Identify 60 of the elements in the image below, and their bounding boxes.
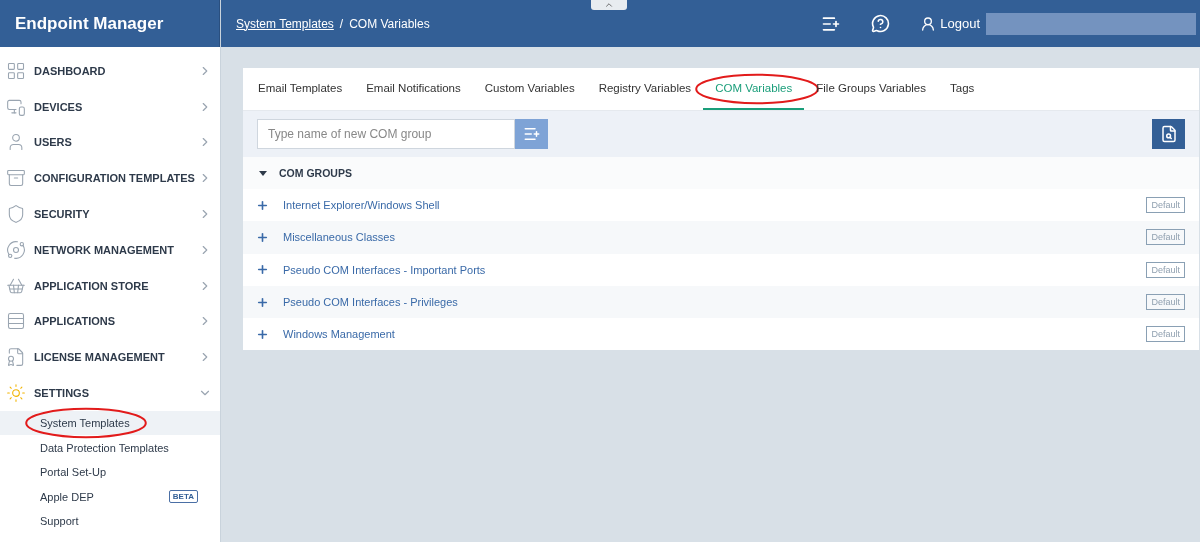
sun-icon: [6, 383, 26, 404]
group-name[interactable]: Miscellaneous Classes: [283, 231, 395, 244]
collapse-handle[interactable]: [591, 0, 627, 10]
group-name[interactable]: Windows Management: [283, 328, 395, 341]
breadcrumb-link[interactable]: System Templates: [236, 16, 334, 31]
add-list-icon: [522, 125, 541, 143]
submenu-item[interactable]: Data Protection Templates: [0, 435, 220, 460]
expand-plus-icon[interactable]: [256, 263, 269, 277]
group-name[interactable]: Pseudo COM Interfaces - Important Ports: [283, 263, 486, 276]
beta-badge: BETA: [168, 490, 198, 504]
tab[interactable]: Tags: [938, 68, 987, 110]
breadcrumb-text: /: [339, 16, 344, 31]
submenu-item[interactable]: Apple DEP BETA: [0, 484, 220, 509]
logout-button[interactable]: Logout: [920, 15, 980, 32]
default-tag: Default: [1146, 294, 1185, 311]
expand-plus-icon[interactable]: [256, 230, 269, 244]
breadcrumb-text: COM Variables: [349, 16, 430, 31]
tab[interactable]: Registry Variables: [586, 68, 704, 110]
tab[interactable]: Email Notifications: [354, 68, 473, 110]
add-group-button[interactable]: [515, 119, 548, 149]
sidebar-item[interactable]: DASHBOARD: [0, 53, 220, 89]
sidebar-item[interactable]: SECURITY: [0, 196, 220, 232]
default-tag: Default: [1146, 261, 1185, 278]
expand-plus-icon[interactable]: [256, 198, 269, 212]
tray-icon: [6, 168, 26, 189]
certificate-icon: [6, 347, 26, 368]
default-tag: Default: [1146, 197, 1185, 214]
tab[interactable]: File Groups Variables: [804, 68, 938, 110]
sidebar-item[interactable]: SETTINGS: [0, 375, 220, 411]
submenu-item[interactable]: Support: [0, 508, 220, 534]
search-button[interactable]: [1152, 119, 1185, 149]
group-header[interactable]: COM GROUPS: [243, 157, 1199, 189]
submenu-item[interactable]: System Templates: [0, 410, 220, 436]
dots-ring-icon: [6, 239, 26, 260]
help-icon[interactable]: [871, 14, 891, 33]
default-tag: Default: [1146, 326, 1185, 343]
rows-icon: [6, 311, 26, 332]
group-name[interactable]: Internet Explorer/Windows Shell: [283, 199, 440, 212]
expand-plus-icon[interactable]: [256, 327, 269, 341]
default-tag: Default: [1146, 229, 1185, 246]
sidebar-item[interactable]: DEVICES: [0, 88, 220, 125]
sidebar-item[interactable]: NETWORK MANAGEMENT: [0, 232, 220, 268]
submenu-item[interactable]: Portal Set-Up: [0, 459, 220, 485]
tab[interactable]: Email Templates: [246, 68, 355, 110]
app-title: Endpoint Manager: [0, 0, 220, 47]
chevron-up-icon: [604, 0, 614, 10]
sidebar-item[interactable]: USERS: [0, 124, 220, 161]
group-name-field[interactable]: Type name of new COM group: [257, 119, 515, 149]
group-title: COM GROUPS: [279, 167, 352, 179]
expand-plus-icon[interactable]: [256, 295, 269, 309]
grid-icon: [6, 60, 26, 81]
search-icon: [1159, 125, 1178, 143]
group-name[interactable]: Pseudo COM Interfaces - Privileges: [283, 296, 458, 309]
user-icon: [920, 15, 937, 32]
sidebar-item[interactable]: LICENSE MANAGEMENT: [0, 339, 220, 376]
sidebar-item[interactable]: APPLICATIONS: [0, 303, 220, 340]
shield-icon: [6, 204, 26, 225]
sidebar-item[interactable]: APPLICATION STORE: [0, 267, 220, 304]
tab[interactable]: Custom Variables: [472, 68, 587, 110]
sidebar-item[interactable]: CONFIGURATION TEMPLATES: [0, 160, 220, 197]
